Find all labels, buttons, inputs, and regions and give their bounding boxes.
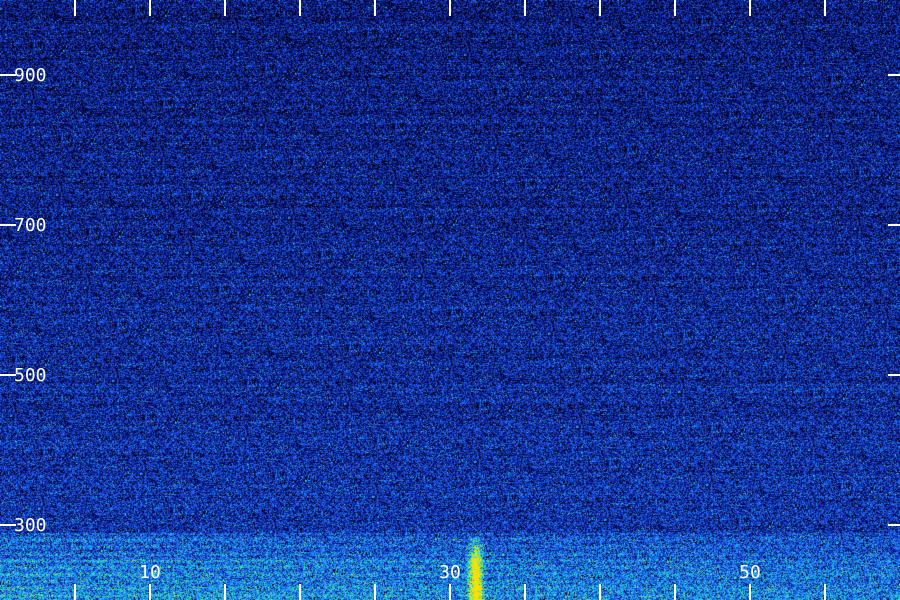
y-tick-label: 900: [14, 65, 47, 86]
y-tick-label: 700: [14, 215, 47, 236]
x-tick-label: 10: [139, 562, 161, 583]
x-tick-label: 50: [739, 562, 761, 583]
spectrogram-axes: 10 30 50 300 500 700 900: [0, 0, 900, 600]
y-axis-ticks: 300 500 700 900: [0, 65, 900, 536]
y-tick-label: 500: [14, 365, 47, 386]
x-axis-ticks: 10 30 50: [74, 0, 826, 600]
y-tick-label: 300: [14, 515, 47, 536]
x-tick-label: 30: [439, 562, 461, 583]
spectrogram-chart: 10 30 50 300 500 700 900: [0, 0, 900, 600]
